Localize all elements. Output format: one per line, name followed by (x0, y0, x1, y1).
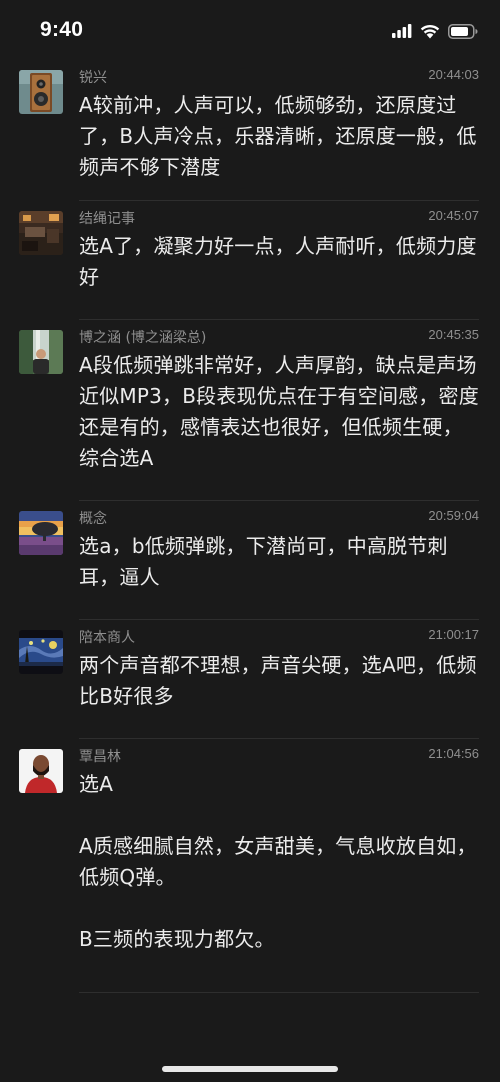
username[interactable]: 锐兴 (79, 67, 107, 87)
comment-item[interactable]: 覃昌林 21:04:56 选A A质感细腻自然，女声甜美，气息收放自如，低频Q弹… (0, 739, 500, 993)
timestamp: 21:00:17 (428, 627, 479, 642)
comment-text: A段低频弹跳非常好，人声厚韵，缺点是声场近似MP3，B段表现优点在于有空间感，密… (79, 350, 479, 474)
comment-paragraph: 两个声音都不理想，声音尖硬，选A吧，低频比B好很多 (79, 653, 477, 708)
status-bar: 9:40 (0, 0, 500, 60)
divider (79, 992, 479, 993)
comment-text: A较前冲，人声可以，低频够劲，还原度过了，B人声冷点，乐器清晰，还原度一般，低频… (79, 90, 479, 183)
timestamp: 20:59:04 (428, 508, 479, 523)
comment-paragraph: 选A了，凝聚力好一点，人声耐听，低频力度好 (79, 234, 477, 289)
comment-feed[interactable]: 锐兴 20:44:03 A较前冲，人声可以，低频够劲，还原度过了，B人声冷点，乐… (0, 60, 500, 993)
comment-paragraph: A较前冲，人声可以，低频够劲，还原度过了，B人声冷点，乐器清晰，还原度一般，低频… (79, 93, 477, 179)
comment-paragraph: 选a，b低频弹跳，下潜尚可，中高脱节刺耳，逼人 (79, 534, 448, 589)
person-waterfall-avatar[interactable] (19, 330, 63, 374)
comment-paragraph: A质感细腻自然，女声甜美，气息收放自如，低频Q弹。 (79, 834, 477, 889)
username[interactable]: 陪本商人 (79, 627, 135, 647)
comment-paragraph: B三频的表现力都欠。 (79, 927, 275, 951)
status-icons (392, 21, 478, 41)
comment-text: 选A了，凝聚力好一点，人声耐听，低频力度好 (79, 231, 479, 293)
wifi-icon (420, 24, 440, 38)
status-time: 9:40 (40, 18, 84, 41)
speaker-avatar[interactable] (19, 70, 63, 114)
comment-paragraph: 选A (79, 772, 114, 796)
username[interactable]: 博之涵 (博之涵梁总) (79, 327, 206, 347)
comment-item[interactable]: 博之涵 (博之涵梁总) 20:45:35 A段低频弹跳非常好，人声厚韵，缺点是声… (0, 320, 500, 501)
username[interactable]: 覃昌林 (79, 746, 121, 766)
comment-item[interactable]: 锐兴 20:44:03 A较前冲，人声可以，低频够劲，还原度过了，B人声冷点，乐… (0, 60, 500, 201)
comment-paragraph: A段低频弹跳非常好，人声厚韵，缺点是声场近似MP3，B段表现优点在于有空间感，密… (79, 353, 479, 470)
timestamp: 20:45:35 (428, 327, 479, 342)
home-indicator[interactable] (162, 1066, 338, 1072)
comment-item[interactable]: 陪本商人 21:00:17 两个声音都不理想，声音尖硬，选A吧，低频比B好很多 (0, 620, 500, 739)
starry-night-avatar[interactable] (19, 630, 63, 674)
timestamp: 20:45:07 (428, 208, 479, 223)
battery-icon (448, 23, 478, 39)
username[interactable]: 概念 (79, 508, 107, 528)
comment-text: 两个声音都不理想，声音尖硬，选A吧，低频比B好很多 (79, 650, 479, 712)
signal-icon (392, 24, 412, 38)
comment-item[interactable]: 概念 20:59:04 选a，b低频弹跳，下潜尚可，中高脱节刺耳，逼人 (0, 501, 500, 620)
timestamp: 21:04:56 (428, 746, 479, 761)
studio-avatar[interactable] (19, 211, 63, 255)
bearded-man-avatar[interactable] (19, 749, 63, 793)
comment-item[interactable]: 结绳记事 20:45:07 选A了，凝聚力好一点，人声耐听，低频力度好 (0, 201, 500, 320)
timestamp: 20:44:03 (428, 67, 479, 82)
comment-text: 选a，b低频弹跳，下潜尚可，中高脱节刺耳，逼人 (79, 531, 479, 593)
comment-text: 选A A质感细腻自然，女声甜美，气息收放自如，低频Q弹。 B三频的表现力都欠。 (79, 769, 479, 955)
sunset-tree-avatar[interactable] (19, 511, 63, 555)
username[interactable]: 结绳记事 (79, 208, 135, 228)
